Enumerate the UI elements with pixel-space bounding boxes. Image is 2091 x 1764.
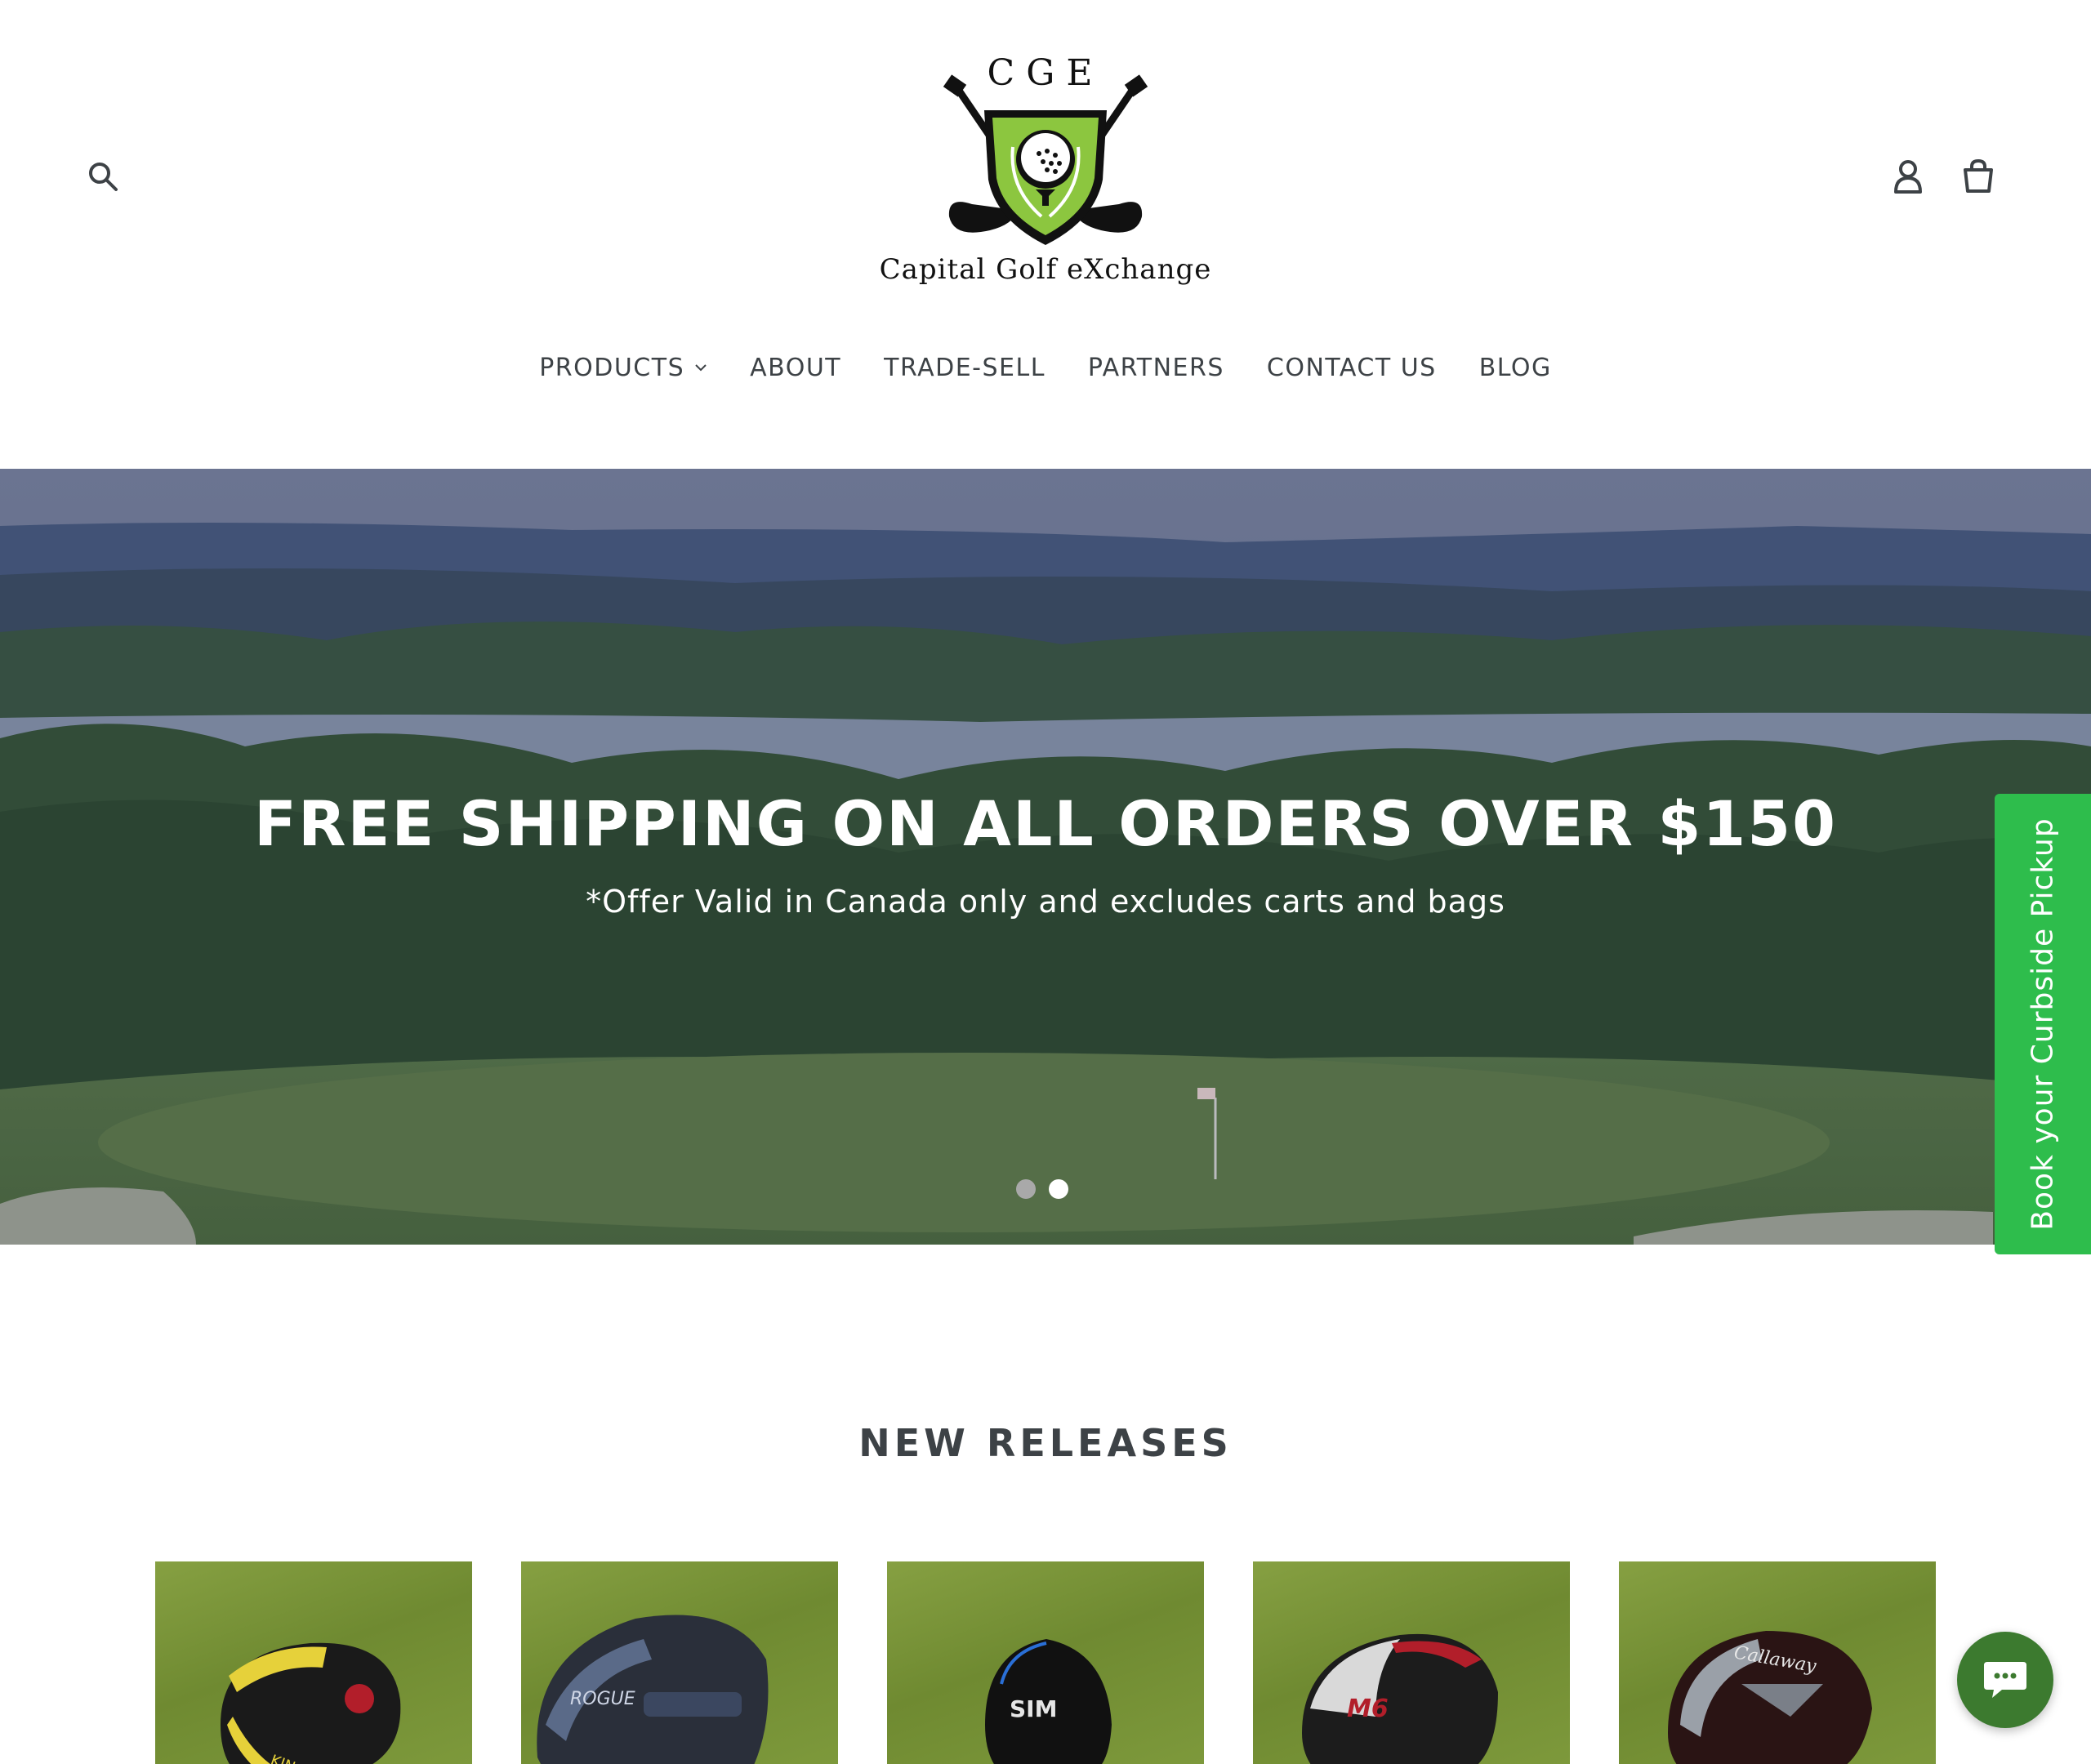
search-icon [89, 163, 118, 191]
site-logo[interactable]: CGE Capital Golf eXchange [849, 49, 1242, 294]
nav-item-label: CONTACT US [1266, 353, 1437, 382]
product-card[interactable]: SIM [887, 1561, 1204, 1764]
hero-title: FREE SHIPPING ON ALL ORDERS OVER $150 [254, 787, 1837, 860]
product-grid: KING ROGUE SIM M6 Callaway [155, 1561, 1936, 1764]
driver-head-image: KING [221, 1642, 401, 1764]
svg-text:ROGUE: ROGUE [570, 1689, 635, 1709]
nav-item-about[interactable]: ABOUT [750, 354, 841, 382]
svg-text:M6: M6 [1347, 1695, 1389, 1723]
hero-slideshow: FREE SHIPPING ON ALL ORDERS OVER $150 *O… [0, 469, 2091, 1245]
nav-item-label: BLOG [1478, 353, 1552, 382]
nav-item-partners[interactable]: PARTNERS [1088, 354, 1224, 382]
driver-head-image: M6 [1302, 1633, 1498, 1764]
curbside-pickup-label: Book your Curbside Pickup [2026, 817, 2060, 1231]
product-card[interactable]: ROGUE [521, 1561, 838, 1764]
chat-bubble-icon [1984, 1662, 2026, 1698]
site-header: CGE Capital Golf eXchange PRODUCTS ABOUT… [0, 0, 2091, 469]
hero-subtitle: *Offer Valid in Canada only and excludes… [586, 884, 1505, 920]
account-button[interactable] [1884, 152, 1933, 201]
user-icon [1894, 160, 1922, 194]
nav-item-label: PARTNERS [1087, 353, 1224, 382]
driver-head-image: SIM [985, 1639, 1112, 1764]
logo-wordmark: Capital Golf eXchange [879, 253, 1212, 286]
nav-item-trade-sell[interactable]: TRADE-SELL [884, 354, 1046, 382]
driver-head-image: ROGUE [537, 1615, 769, 1764]
slide-dot-2[interactable] [1049, 1179, 1068, 1199]
product-card[interactable]: M6 [1253, 1561, 1570, 1764]
nav-item-blog[interactable]: BLOG [1479, 354, 1552, 382]
nav-item-products[interactable]: PRODUCTS [539, 354, 707, 382]
svg-text:CGE: CGE [988, 52, 1104, 94]
cge-crest-logo: CGE [943, 52, 1148, 245]
chat-button[interactable] [1957, 1632, 2053, 1728]
nav-item-contact-us[interactable]: CONTACT US [1267, 354, 1437, 382]
new-releases-title: NEW RELEASES [858, 1421, 1233, 1465]
slide-dots [1016, 1179, 1068, 1199]
product-card[interactable]: Callaway [1619, 1561, 1936, 1764]
cart-icon [1964, 158, 1993, 193]
nav-item-label: TRADE-SELL [884, 353, 1046, 382]
nav-item-label: ABOUT [750, 353, 842, 382]
driver-head-image: Callaway [1668, 1631, 1872, 1764]
nav-item-label: PRODUCTS [539, 353, 685, 382]
curbside-pickup-tab[interactable]: Book your Curbside Pickup [1995, 794, 2091, 1254]
product-card[interactable]: KING [155, 1561, 472, 1764]
main-navigation: PRODUCTS ABOUT TRADE-SELL PARTNERS CONTA… [0, 343, 2091, 392]
search-button[interactable] [78, 152, 127, 201]
chevron-down-icon [695, 364, 707, 372]
slide-dot-1[interactable] [1016, 1179, 1036, 1199]
svg-text:SIM: SIM [1010, 1695, 1057, 1722]
cart-button[interactable] [1954, 152, 2003, 201]
